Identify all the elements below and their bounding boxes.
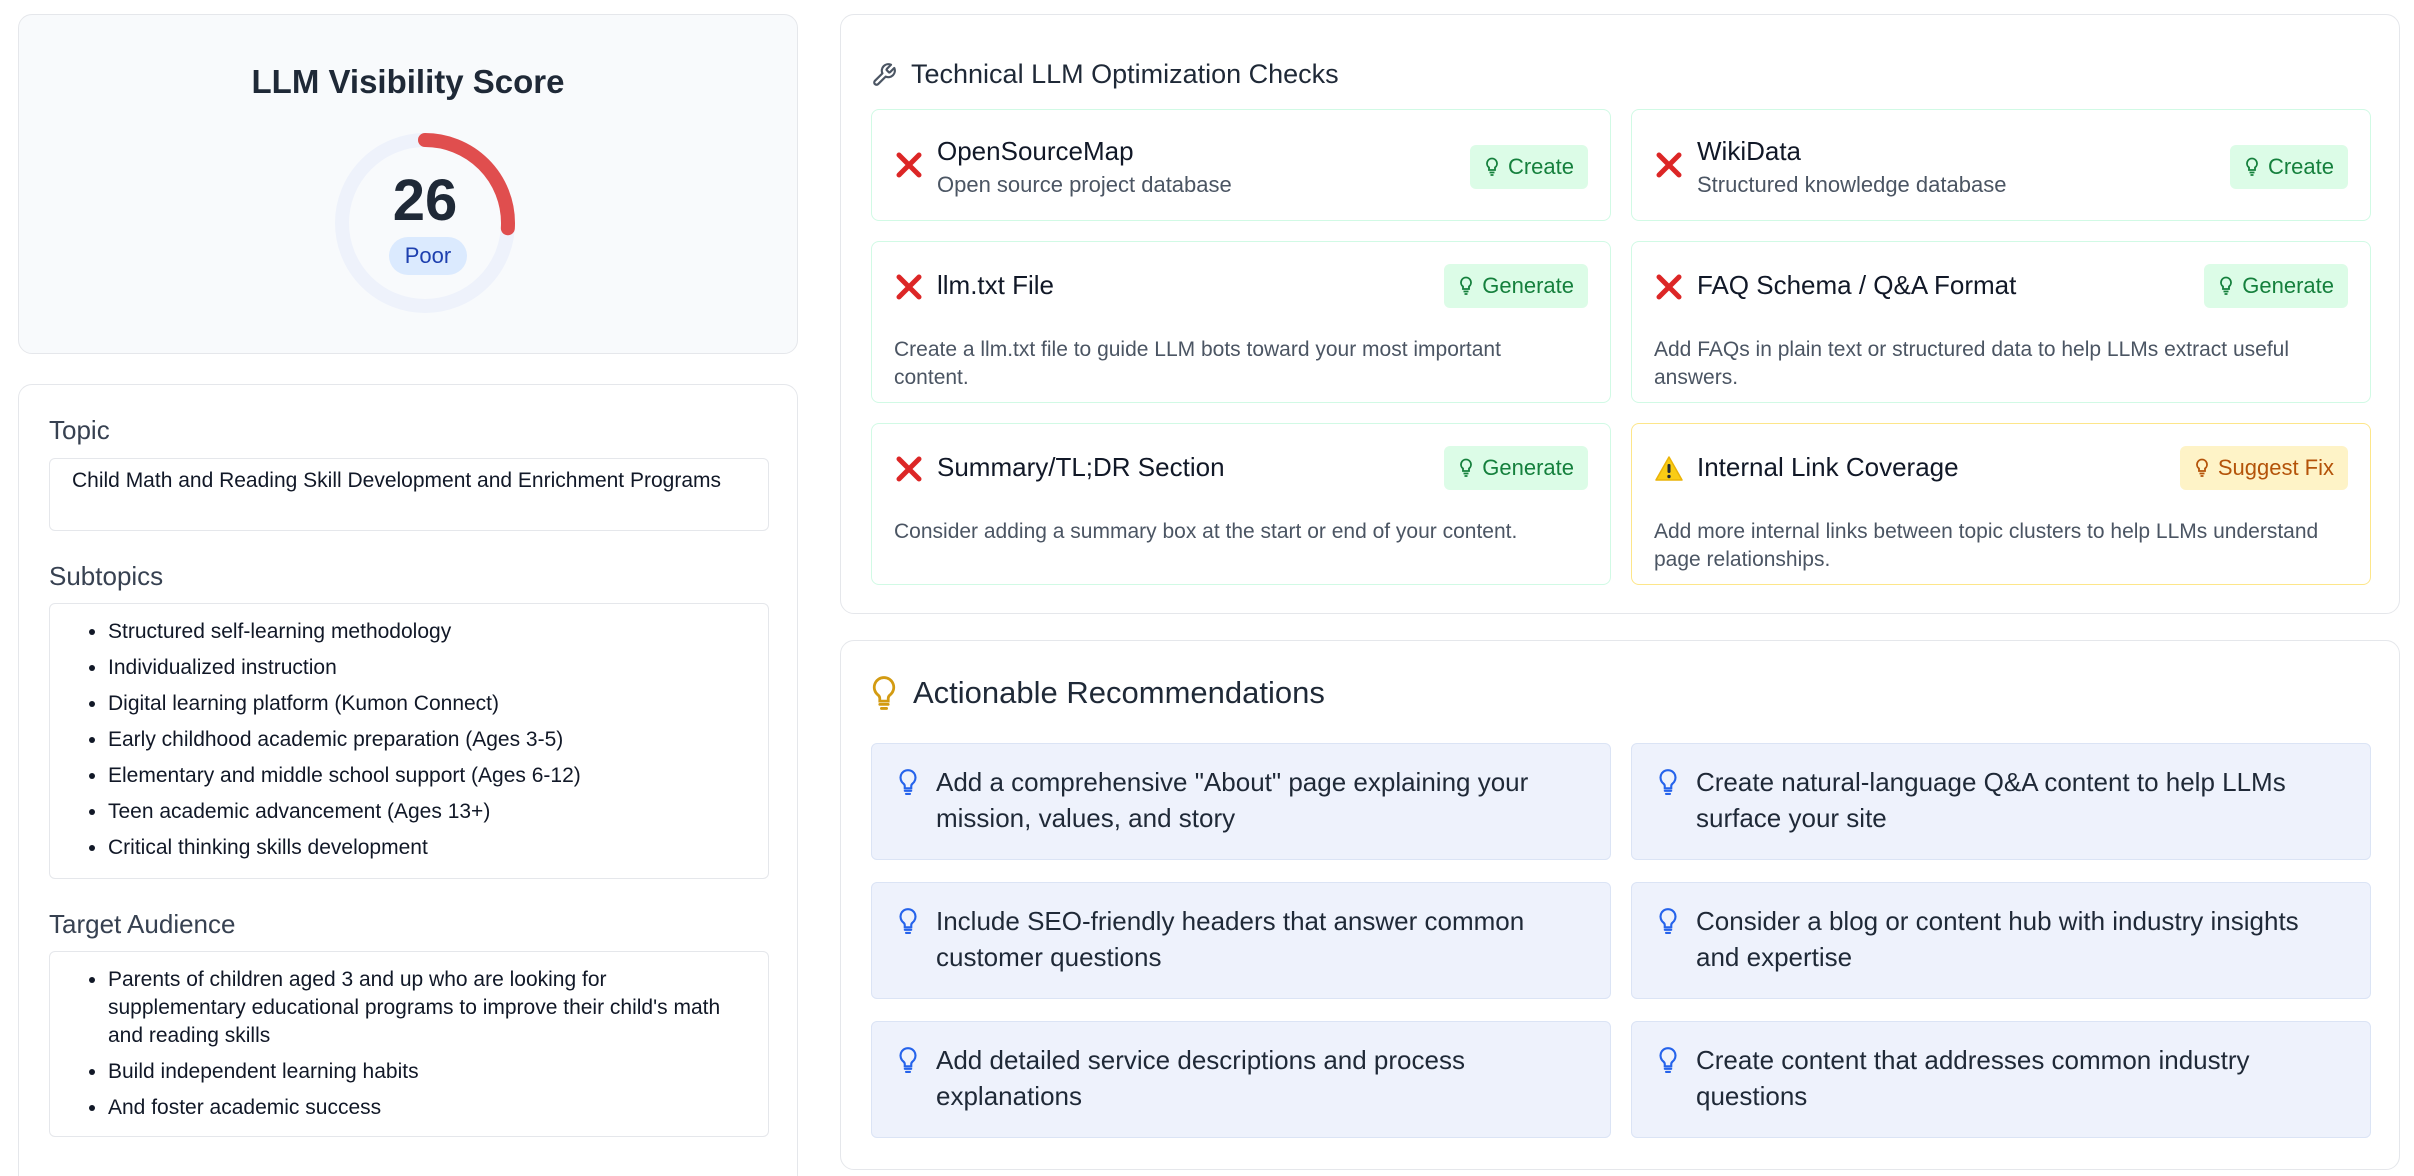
lightbulb-icon xyxy=(899,1047,917,1073)
subtopic-item: Critical thinking skills development xyxy=(108,834,738,862)
generate-button-label: Generate xyxy=(1482,455,1574,480)
recommendations-title: Actionable Recommendations xyxy=(913,675,1325,710)
topic-label: Topic xyxy=(49,415,110,445)
subtopic-item: Individualized instruction xyxy=(108,654,738,682)
generate-button-label: Generate xyxy=(1482,273,1574,298)
check-name: OpenSourceMap xyxy=(937,136,1134,166)
recommendation-item: Create natural-language Q&A content to h… xyxy=(1631,743,2371,860)
subtopic-item: Digital learning platform (Kumon Connect… xyxy=(108,690,738,718)
score-gauge: 26 Poor xyxy=(332,130,518,316)
recommendations-header: Actionable Recommendations xyxy=(871,675,1325,711)
audience-item: And foster academic success xyxy=(108,1094,738,1122)
lightbulb-icon xyxy=(1486,157,1498,176)
wrench-icon xyxy=(873,62,896,86)
topic-info-card: Topic Child Math and Reading Skill Devel… xyxy=(18,384,798,1176)
lightbulb-icon xyxy=(1659,908,1677,934)
x-icon xyxy=(1656,274,1682,300)
generate-button[interactable]: Generate xyxy=(1444,264,1588,308)
x-icon xyxy=(1656,152,1682,178)
lightbulb-icon xyxy=(1460,458,1473,477)
score-card: LLM Visibility Score 26 Poor xyxy=(18,14,798,354)
check-name: WikiData xyxy=(1697,136,1802,166)
topic-value: Child Math and Reading Skill Development… xyxy=(49,458,769,531)
generate-button-label: Generate xyxy=(2242,273,2334,298)
lightbulb-icon xyxy=(899,908,917,934)
check-subtitle: Structured knowledge database xyxy=(1697,172,2007,197)
check-description: Consider adding a summary box at the sta… xyxy=(894,520,1518,543)
score-status-badge: Poor xyxy=(389,237,467,275)
lightbulb-icon xyxy=(1659,1047,1677,1073)
check-name: llm.txt File xyxy=(937,270,1054,300)
technical-checks-title: Technical LLM Optimization Checks xyxy=(911,59,1339,89)
recommendation-text: Create content that addresses common ind… xyxy=(1696,1045,2250,1111)
subtopic-item: Structured self-learning methodology xyxy=(108,618,738,646)
check-name: Summary/TL;DR Section xyxy=(937,452,1225,482)
check-wikidata: WikiData Structured knowledge database C… xyxy=(1631,109,2371,221)
check-llm-txt: llm.txt File Generate Create a llm.txt f… xyxy=(871,241,1611,403)
generate-button[interactable]: Generate xyxy=(2204,264,2348,308)
x-icon xyxy=(896,274,922,300)
lightbulb-icon xyxy=(1659,769,1677,795)
recommendation-item: Add detailed service descriptions and pr… xyxy=(871,1021,1611,1138)
subtopics-list: Structured self-learning methodology Ind… xyxy=(49,603,769,879)
lightbulb-icon xyxy=(899,769,917,795)
recommendation-item: Add a comprehensive "About" page explain… xyxy=(871,743,1611,860)
audience-label: Target Audience xyxy=(49,909,236,939)
suggest-fix-button-label: Suggest Fix xyxy=(2217,455,2334,480)
lightbulb-icon xyxy=(1460,276,1473,295)
audience-item: Parents of children aged 3 and up who ar… xyxy=(108,966,738,1050)
recommendation-text: Create natural-language Q&A content to h… xyxy=(1696,767,2286,833)
subtopic-item: Teen academic advancement (Ages 13+) xyxy=(108,798,738,826)
create-button-label: Create xyxy=(1507,154,1574,179)
score-title: LLM Visibility Score xyxy=(251,63,565,100)
create-button[interactable]: Create xyxy=(2229,145,2348,189)
lightbulb-icon xyxy=(872,676,896,710)
check-description: Add FAQs in plain text or structured dat… xyxy=(1654,338,2289,389)
check-internal-link-coverage: Internal Link Coverage Suggest Fix Add m… xyxy=(1631,423,2371,585)
check-description: Create a llm.txt file to guide LLM bots … xyxy=(894,338,1501,389)
x-icon xyxy=(896,456,922,482)
create-button[interactable]: Create xyxy=(1469,145,1588,189)
warning-icon xyxy=(1655,456,1683,481)
audience-item: Build independent learning habits xyxy=(108,1058,738,1086)
check-name: FAQ Schema / Q&A Format xyxy=(1697,270,2017,300)
lightbulb-icon xyxy=(2246,157,2258,176)
recommendation-item: Create content that addresses common ind… xyxy=(1631,1021,2371,1138)
check-summary-section: Summary/TL;DR Section Generate Consider … xyxy=(871,423,1611,585)
recommendation-text: Add detailed service descriptions and pr… xyxy=(936,1045,1465,1111)
x-icon xyxy=(896,152,922,178)
recommendation-item: Consider a blog or content hub with indu… xyxy=(1631,882,2371,999)
recommendation-text: Consider a blog or content hub with indu… xyxy=(1696,906,2299,972)
check-subtitle: Open source project database xyxy=(937,172,1232,197)
subtopic-item: Early childhood academic preparation (Ag… xyxy=(108,726,738,754)
create-button-label: Create xyxy=(2267,154,2334,179)
lightbulb-icon xyxy=(2195,458,2208,477)
check-name: Internal Link Coverage xyxy=(1697,452,1959,482)
score-value: 26 xyxy=(392,168,458,233)
technical-checks-header: Technical LLM Optimization Checks xyxy=(871,59,1339,90)
recommendation-text: Add a comprehensive "About" page explain… xyxy=(936,767,1529,833)
check-opensourcemap: OpenSourceMap Open source project databa… xyxy=(871,109,1611,221)
lightbulb-icon xyxy=(2220,276,2233,295)
technical-checks-panel: Technical LLM Optimization Checks OpenSo… xyxy=(840,14,2400,614)
subtopics-label: Subtopics xyxy=(49,561,164,591)
check-faq-schema: FAQ Schema / Q&A Format Generate Add FAQ… xyxy=(1631,241,2371,403)
check-description: Add more internal links between topic cl… xyxy=(1654,520,2319,571)
generate-button[interactable]: Generate xyxy=(1444,446,1588,490)
audience-list: Parents of children aged 3 and up who ar… xyxy=(49,951,769,1137)
recommendation-text: Include SEO-friendly headers that answer… xyxy=(936,906,1525,972)
subtopic-item: Elementary and middle school support (Ag… xyxy=(108,762,738,790)
recommendation-item: Include SEO-friendly headers that answer… xyxy=(871,882,1611,999)
suggest-fix-button[interactable]: Suggest Fix xyxy=(2179,446,2348,490)
recommendations-panel: Actionable Recommendations Add a compreh… xyxy=(840,640,2400,1170)
